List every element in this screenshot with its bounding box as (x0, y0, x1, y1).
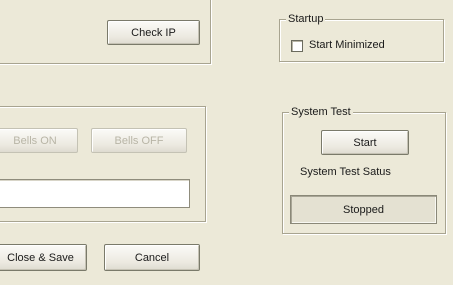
cancel-button[interactable]: Cancel (104, 244, 200, 271)
bells-off-button[interactable]: Bells OFF (91, 128, 187, 153)
bells-status-field (0, 179, 190, 208)
system-test-status-label: System Test Satus (300, 166, 391, 178)
startup-title: Startup (286, 13, 326, 26)
bells-on-button[interactable]: Bells ON (0, 128, 78, 153)
start-minimized-label[interactable]: Start Minimized (309, 39, 385, 52)
system-test-status-field: Stopped (290, 195, 437, 224)
system-test-start-button[interactable]: Start (321, 130, 409, 155)
system-test-title: System Test (289, 106, 353, 119)
start-minimized-checkbox[interactable] (291, 40, 303, 52)
close-and-save-button[interactable]: Close & Save (0, 244, 87, 271)
check-ip-button[interactable]: Check IP (107, 20, 200, 45)
